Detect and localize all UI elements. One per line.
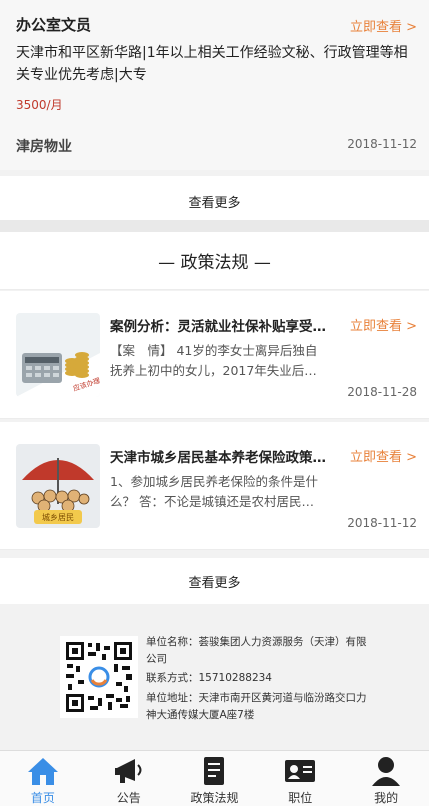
policy-date: 2018-11-28 xyxy=(347,385,417,399)
policy-list-item[interactable]: 应该办理 案例分析：灵活就业社保补贴享受… 立即查看 > 【案 情】 41岁的李… xyxy=(0,291,429,419)
tab-label: 我的 xyxy=(374,791,399,805)
section-divider xyxy=(0,220,429,232)
tab-announcements[interactable]: 公告 xyxy=(86,751,172,806)
policy-thumbnail: 应该办理 xyxy=(16,313,100,397)
job-card[interactable]: 办公室文员 立即查看 > 天津市和平区新华路|1年以上相关工作经验文秘、行政管理… xyxy=(0,0,429,170)
tab-label: 首页 xyxy=(30,791,55,805)
policy-more-button[interactable]: 查看更多 xyxy=(0,558,429,604)
job-description: 天津市和平区新华路|1年以上相关工作经验文秘、行政管理等相关专业优先考虑|大专 xyxy=(16,45,408,83)
qr-code xyxy=(60,636,138,718)
policy-section-title: — 政策法规 — xyxy=(0,232,429,290)
job-view-link[interactable]: 立即查看 > xyxy=(350,16,417,35)
tab-label: 公告 xyxy=(116,791,141,805)
tab-policies[interactable]: 政策法规 xyxy=(172,751,258,806)
tab-home[interactable]: 首页 xyxy=(0,751,86,806)
job-salary: 3500/月 xyxy=(16,98,63,112)
policy-view-link[interactable]: 立即查看 > xyxy=(350,446,417,465)
job-date: 2018-11-12 xyxy=(347,137,417,151)
bottom-tab-bar: 首页 公告 政策法规 职位 我的 xyxy=(0,750,429,806)
footer-address: 单位地址：天津市南开区黄河道与临汾路交口力神大通传媒大厦A座7楼 xyxy=(146,692,367,721)
policy-excerpt: 1、参加城乡居民养老保险的条件是什么？ 答：不论是城镇还是农村居民… xyxy=(110,474,318,509)
policy-title[interactable]: 天津市城乡居民基本养老保险政策… xyxy=(110,446,348,466)
user-icon xyxy=(369,755,403,787)
policy-thumbnail: 城乡居民 xyxy=(16,444,100,528)
policy-date: 2018-11-12 xyxy=(347,516,417,530)
policy-list-item[interactable]: 城乡居民 天津市城乡居民基本养老保险政策… 立即查看 > 1、参加城乡居民养老保… xyxy=(0,422,429,550)
footer-phone: 联系方式：15710288234 xyxy=(146,672,272,684)
document-icon xyxy=(197,755,231,787)
policy-excerpt: 【案 情】 41岁的李女士离异后独自抚养上初中的女儿，2017年失业后… xyxy=(110,343,318,378)
svg-text:城乡居民: 城乡居民 xyxy=(42,513,74,522)
job-company: 津房物业 xyxy=(16,139,72,155)
policy-title[interactable]: 案例分析：灵活就业社保补贴享受… xyxy=(110,315,348,335)
tab-profile[interactable]: 我的 xyxy=(343,751,429,806)
tab-label: 政策法规 xyxy=(190,791,239,805)
jobs-more-button[interactable]: 查看更多 xyxy=(0,176,429,226)
megaphone-icon xyxy=(112,755,146,787)
home-icon xyxy=(26,755,60,787)
policy-view-link[interactable]: 立即查看 > xyxy=(350,315,417,334)
footer-company: 单位名称：荟骏集团人力资源服务（天津）有限公司 xyxy=(146,636,367,665)
footer: 单位名称：荟骏集团人力资源服务（天津）有限公司 联系方式：15710288234… xyxy=(0,604,429,750)
tab-label: 职位 xyxy=(288,791,313,805)
tab-jobs[interactable]: 职位 xyxy=(257,751,343,806)
job-title: 办公室文员 xyxy=(16,16,92,34)
id-card-icon xyxy=(283,755,317,787)
